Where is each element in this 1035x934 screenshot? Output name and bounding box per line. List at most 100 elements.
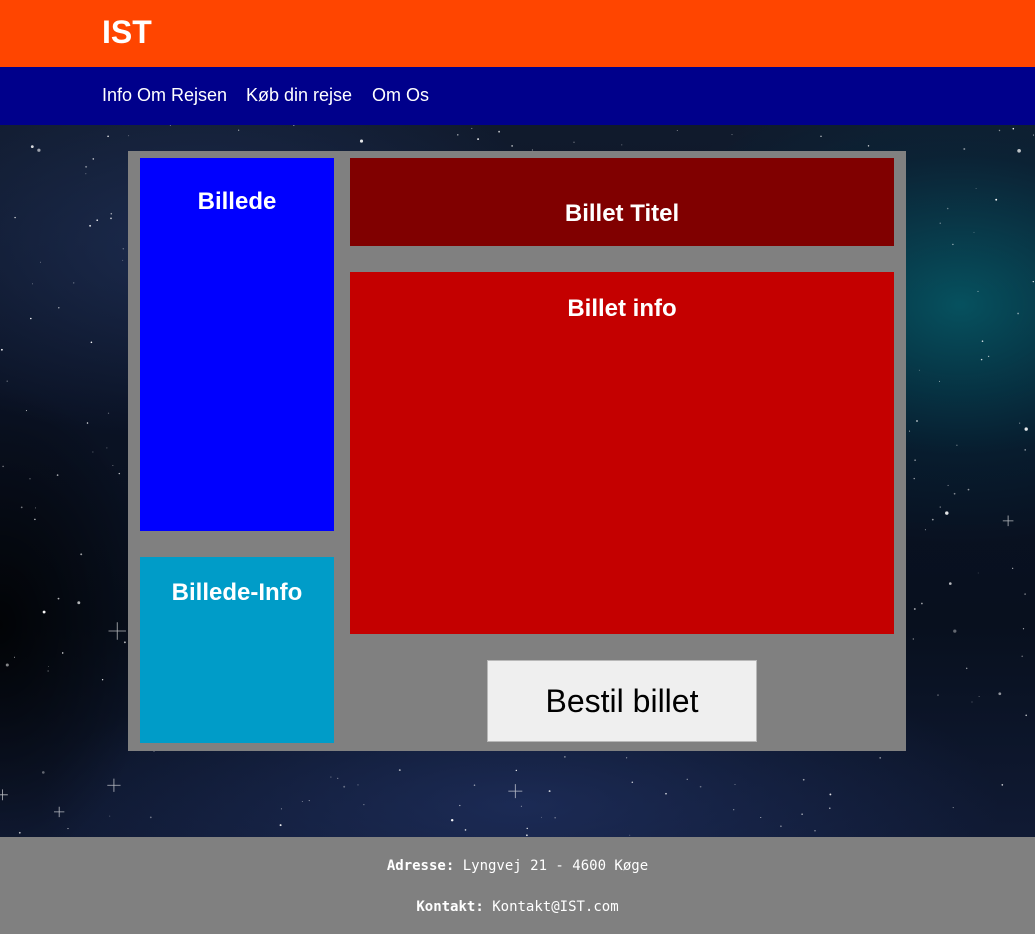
star-sparkle bbox=[1002, 515, 1014, 527]
star bbox=[978, 696, 980, 697]
nav-link-koeb-din-rejse[interactable]: Køb din rejse bbox=[246, 85, 352, 106]
star bbox=[947, 484, 949, 486]
star bbox=[1001, 784, 1004, 786]
star bbox=[101, 679, 104, 681]
star bbox=[1024, 593, 1026, 595]
star bbox=[450, 818, 454, 822]
star bbox=[72, 282, 75, 284]
star bbox=[80, 553, 83, 556]
nav-link-info-om-rejsen[interactable]: Info Om Rejsen bbox=[102, 85, 227, 106]
star-sparkle bbox=[508, 784, 523, 799]
star bbox=[829, 793, 832, 796]
star bbox=[939, 506, 941, 508]
star bbox=[981, 340, 984, 342]
star bbox=[47, 665, 49, 667]
star bbox=[629, 834, 631, 836]
star bbox=[457, 134, 459, 136]
site-logo[interactable]: IST bbox=[102, 14, 152, 51]
address-value: Lyngvej 21 - 4600 Køge bbox=[462, 858, 649, 874]
star bbox=[498, 130, 500, 133]
star bbox=[20, 506, 23, 509]
star bbox=[85, 173, 87, 175]
contact-label: Kontakt: bbox=[416, 899, 484, 915]
star bbox=[520, 805, 522, 807]
order-ticket-button[interactable]: Bestil billet bbox=[487, 660, 757, 742]
star bbox=[918, 369, 920, 371]
star bbox=[980, 358, 983, 361]
star bbox=[526, 834, 528, 837]
star bbox=[6, 380, 8, 382]
star bbox=[1022, 628, 1025, 630]
star bbox=[541, 816, 542, 818]
star bbox=[977, 290, 979, 292]
star bbox=[301, 801, 303, 802]
star bbox=[1017, 148, 1021, 153]
contact-email[interactable]: Kontakt@IST.com bbox=[492, 899, 618, 915]
star bbox=[308, 800, 310, 802]
star bbox=[913, 477, 915, 480]
star bbox=[971, 701, 973, 703]
star bbox=[5, 663, 9, 667]
star bbox=[34, 507, 36, 509]
star bbox=[820, 135, 822, 137]
star bbox=[92, 451, 94, 453]
star bbox=[921, 602, 923, 605]
star bbox=[464, 829, 467, 831]
star bbox=[734, 783, 736, 785]
star bbox=[56, 474, 59, 476]
ticket-info-label: Billet info bbox=[567, 295, 677, 322]
star bbox=[952, 807, 954, 809]
ticket-title-panel: Billet Titel bbox=[350, 158, 894, 246]
star bbox=[123, 641, 126, 644]
star bbox=[85, 165, 88, 168]
star bbox=[1021, 655, 1024, 658]
ticket-card: Billede Billede-Info Billet Titel Billet… bbox=[128, 151, 906, 751]
star bbox=[47, 670, 49, 672]
star bbox=[780, 825, 782, 828]
star bbox=[2, 465, 4, 468]
star bbox=[292, 125, 295, 126]
star bbox=[977, 572, 979, 574]
star bbox=[86, 422, 89, 424]
star bbox=[511, 145, 513, 147]
star bbox=[998, 692, 1002, 696]
star bbox=[931, 518, 934, 521]
star bbox=[515, 769, 517, 772]
star bbox=[676, 129, 678, 132]
image-placeholder-label: Billede bbox=[197, 188, 277, 215]
star bbox=[829, 807, 831, 809]
star bbox=[41, 771, 45, 774]
address-label: Adresse: bbox=[386, 858, 455, 874]
star bbox=[526, 827, 528, 830]
footer-address: Adresse: Lyngvej 21 - 4600 Køge bbox=[0, 858, 1035, 874]
star bbox=[909, 430, 911, 432]
star bbox=[973, 231, 975, 233]
star bbox=[621, 144, 623, 146]
star bbox=[686, 778, 688, 780]
star bbox=[956, 444, 958, 446]
site-footer: Adresse: Lyngvej 21 - 4600 Køge Kontakt:… bbox=[0, 837, 1035, 934]
star bbox=[1024, 449, 1026, 451]
star bbox=[107, 412, 110, 414]
star bbox=[32, 283, 33, 285]
star bbox=[631, 781, 634, 783]
star bbox=[573, 141, 575, 143]
footer-contact: Kontakt: Kontakt@IST.com bbox=[0, 899, 1035, 915]
star bbox=[1017, 312, 1019, 315]
star bbox=[946, 207, 949, 210]
star bbox=[110, 217, 112, 220]
star bbox=[29, 478, 31, 480]
star bbox=[1032, 280, 1034, 283]
star bbox=[459, 804, 461, 807]
image-info-panel: Billede-Info bbox=[140, 557, 334, 743]
star bbox=[1012, 127, 1015, 130]
star bbox=[398, 769, 401, 772]
nav-link-om-os[interactable]: Om Os bbox=[372, 85, 429, 106]
star bbox=[1025, 714, 1027, 717]
star-sparkle bbox=[108, 622, 126, 640]
star bbox=[67, 828, 69, 830]
star bbox=[279, 824, 282, 827]
star bbox=[998, 129, 1001, 132]
star bbox=[554, 817, 556, 819]
star bbox=[359, 139, 364, 143]
